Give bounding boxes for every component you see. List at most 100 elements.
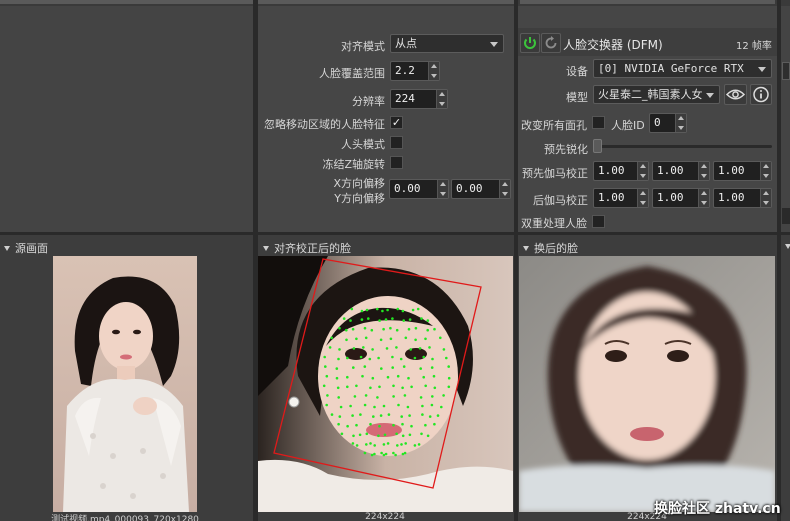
landmark-point bbox=[376, 396, 379, 399]
landmark-point bbox=[373, 444, 376, 447]
spin-arrows-icon[interactable] bbox=[499, 180, 510, 198]
landmark-point bbox=[421, 404, 424, 408]
landmark-point bbox=[411, 308, 415, 312]
chevron-down-icon bbox=[758, 67, 766, 72]
landmark-point bbox=[417, 443, 421, 446]
resolution-spinbox[interactable]: 224 bbox=[390, 89, 448, 109]
landmark-point bbox=[416, 307, 420, 311]
align-mode-value: 从点 bbox=[395, 37, 417, 50]
post-gamma-label: 后伽马校正 bbox=[533, 194, 588, 207]
reload-button[interactable] bbox=[541, 33, 561, 53]
source-caption: 测试视频.mp4_000093_720x1280 bbox=[51, 515, 199, 521]
landmark-point bbox=[385, 347, 389, 350]
landmark-point bbox=[364, 394, 368, 397]
swapped-view-header[interactable]: 换后的脸 bbox=[519, 240, 578, 255]
landmark-point bbox=[335, 367, 339, 370]
spin-arrows-icon[interactable] bbox=[637, 189, 648, 207]
landmark-point bbox=[360, 318, 364, 321]
landmark-point bbox=[350, 307, 354, 311]
spin-arrows-icon[interactable] bbox=[675, 114, 686, 132]
x-offset-spinbox[interactable]: 0.00 bbox=[389, 179, 449, 199]
landmark-point bbox=[337, 422, 340, 426]
freeze-z-checkbox[interactable] bbox=[390, 156, 403, 169]
aligned-view-header[interactable]: 对齐校正后的脸 bbox=[259, 240, 351, 255]
model-dropdown[interactable]: 火星泰二_韩国素人女 bbox=[593, 85, 720, 104]
chevron-down-icon bbox=[490, 42, 498, 47]
landmark-point bbox=[384, 318, 388, 321]
head-mode-label: 人头模式 bbox=[341, 138, 385, 151]
right-view-header[interactable] bbox=[781, 240, 790, 254]
y-offset-spinbox[interactable]: 0.00 bbox=[451, 179, 511, 199]
landmark-point bbox=[433, 327, 436, 331]
model-info-button[interactable] bbox=[750, 84, 772, 105]
right-edge-control[interactable] bbox=[782, 62, 790, 80]
landmark-point bbox=[399, 357, 403, 361]
presharpen-slider-track[interactable] bbox=[593, 145, 772, 148]
device-dropdown[interactable]: [0] NVIDIA GeForce RTX bbox=[593, 59, 772, 78]
spin-arrows-icon[interactable] bbox=[428, 62, 439, 80]
post-gamma-b-spinbox[interactable]: 1.00 bbox=[713, 188, 772, 208]
landmark-point bbox=[424, 337, 427, 341]
landmark-point bbox=[408, 414, 411, 417]
landmark-point bbox=[413, 444, 417, 447]
landmark-point bbox=[355, 337, 358, 341]
swapped-face-image bbox=[519, 256, 775, 512]
top-strip-left bbox=[0, 0, 253, 4]
pre-gamma-b-spinbox[interactable]: 1.00 bbox=[713, 161, 772, 181]
landmark-point bbox=[370, 328, 374, 332]
face-swapper-panel: 人脸交换器 (DFM) 12 帧率 设备 [0] NVIDIA GeForce … bbox=[518, 6, 777, 232]
landmark-point bbox=[397, 403, 400, 407]
landmark-point bbox=[330, 413, 334, 416]
top-strip-right bbox=[520, 0, 775, 4]
landmark-point bbox=[447, 385, 451, 389]
landmark-point bbox=[355, 423, 358, 427]
landmark-point bbox=[352, 347, 356, 350]
landmark-point bbox=[386, 308, 389, 312]
right-edge-view bbox=[781, 235, 790, 521]
right-edge-control-2[interactable] bbox=[782, 208, 790, 224]
presharpen-slider-handle[interactable] bbox=[593, 139, 602, 153]
model-label: 模型 bbox=[566, 91, 588, 104]
pre-gamma-g-spinbox[interactable]: 1.00 bbox=[652, 161, 710, 181]
spin-arrows-icon[interactable] bbox=[437, 180, 448, 198]
landmark-point bbox=[338, 415, 342, 418]
post-gamma-r-value: 1.00 bbox=[598, 191, 625, 204]
align-mode-dropdown[interactable]: 从点 bbox=[390, 34, 504, 53]
spin-arrows-icon[interactable] bbox=[760, 162, 771, 180]
post-gamma-g-spinbox[interactable]: 1.00 bbox=[652, 188, 710, 208]
two-pass-checkbox[interactable] bbox=[592, 215, 605, 228]
spin-arrows-icon[interactable] bbox=[698, 189, 709, 207]
landmark-point bbox=[420, 432, 423, 436]
landmark-point bbox=[426, 434, 430, 438]
landmark-point bbox=[363, 403, 367, 407]
swap-all-checkbox[interactable] bbox=[592, 116, 605, 129]
landmark-point bbox=[400, 443, 403, 446]
landmark-point bbox=[377, 356, 380, 360]
power-button[interactable] bbox=[520, 33, 540, 53]
landmark-point bbox=[408, 318, 412, 321]
landmark-point bbox=[404, 336, 408, 340]
face-id-spinbox[interactable]: 0 bbox=[649, 113, 687, 133]
face-coverage-spinbox[interactable]: 2.2 bbox=[390, 61, 440, 81]
post-gamma-b-value: 1.00 bbox=[718, 191, 745, 204]
landmark-point bbox=[402, 365, 406, 368]
landmark-point bbox=[330, 336, 333, 340]
pre-gamma-r-spinbox[interactable]: 1.00 bbox=[593, 161, 649, 181]
fps-label: 12 帧率 bbox=[736, 41, 772, 52]
landmark-point bbox=[387, 413, 391, 416]
ignore-moving-checkbox[interactable]: ✓ bbox=[390, 116, 403, 129]
post-gamma-r-spinbox[interactable]: 1.00 bbox=[593, 188, 649, 208]
landmark-point bbox=[364, 336, 368, 340]
landmark-point bbox=[382, 327, 385, 331]
spin-arrows-icon[interactable] bbox=[637, 162, 648, 180]
head-mode-checkbox[interactable] bbox=[390, 136, 403, 149]
spin-arrows-icon[interactable] bbox=[698, 162, 709, 180]
landmark-point bbox=[401, 309, 405, 313]
landmark-point bbox=[365, 308, 369, 312]
landmark-point bbox=[428, 346, 431, 349]
source-view-header[interactable]: 源画面 bbox=[0, 240, 48, 255]
device-value: [0] NVIDIA GeForce RTX bbox=[598, 62, 744, 75]
spin-arrows-icon[interactable] bbox=[760, 189, 771, 207]
preview-model-button[interactable] bbox=[724, 84, 747, 105]
spin-arrows-icon[interactable] bbox=[436, 90, 447, 108]
